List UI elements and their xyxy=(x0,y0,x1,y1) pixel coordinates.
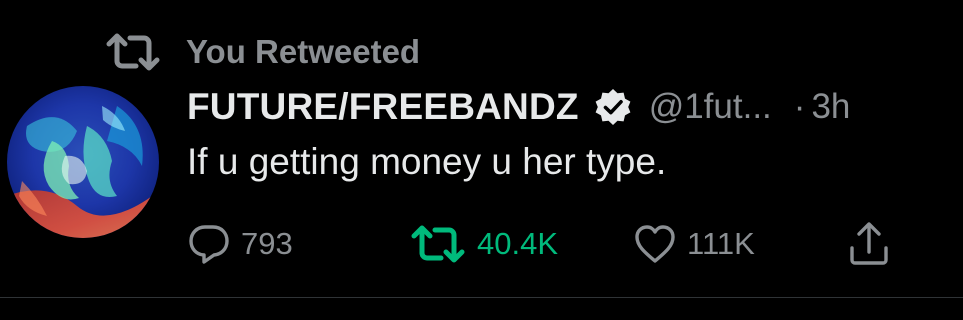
retweet-context-label: You Retweeted xyxy=(186,33,421,70)
retweet-icon xyxy=(106,33,160,71)
reply-button[interactable]: 793 xyxy=(187,216,293,272)
tweet-divider xyxy=(0,297,963,298)
tweet[interactable]: You Retweeted FUTURE/FREEBANDZ @1fut... … xyxy=(0,0,963,298)
reply-count: 793 xyxy=(241,226,293,261)
avatar-image xyxy=(7,86,159,238)
tweet-header: FUTURE/FREEBANDZ @1fut... · 3h xyxy=(187,82,850,132)
author-display-name[interactable]: FUTURE/FREEBANDZ xyxy=(187,86,579,128)
tweet-actions: 793 40.4K 111K xyxy=(187,216,907,272)
tweet-timestamp[interactable]: 3h xyxy=(811,87,850,127)
retweet-context: You Retweeted xyxy=(104,30,420,74)
verified-badge-icon xyxy=(595,89,631,125)
share-button[interactable] xyxy=(847,216,891,272)
share-icon xyxy=(850,222,888,265)
author-handle[interactable]: @1fut... xyxy=(649,87,772,127)
reply-icon xyxy=(189,225,229,264)
like-count: 111K xyxy=(687,226,755,261)
retweet-button[interactable]: 40.4K xyxy=(409,216,558,272)
tweet-text: If u getting money u her type. xyxy=(187,141,667,182)
separator-dot: · xyxy=(793,87,806,126)
heart-icon xyxy=(635,225,675,263)
like-button[interactable]: 111K xyxy=(633,216,755,272)
retweet-icon xyxy=(411,225,465,263)
avatar[interactable] xyxy=(7,86,159,238)
retweet-count: 40.4K xyxy=(477,226,559,261)
